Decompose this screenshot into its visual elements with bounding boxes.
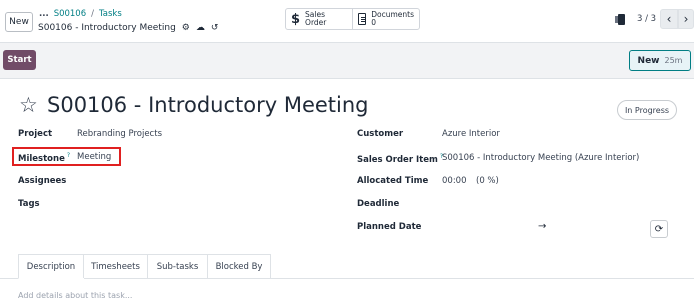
sales-order-label: Sales Order (305, 9, 327, 27)
notebook-tabs: Description Timesheets Sub-tasks Blocked… (18, 254, 271, 279)
tags-label: Tags (18, 199, 40, 209)
sales-order-button[interactable]: $ Sales Order (285, 8, 353, 30)
tab-sub-tasks[interactable]: Sub-tasks (148, 254, 208, 279)
tab-timesheets[interactable]: Timesheets (84, 254, 148, 279)
reset-icon[interactable]: ⟳ (650, 220, 668, 238)
sales-order-item-label: Sales Order Item (357, 154, 438, 165)
control-panel: New ... S00106 / Tasks S00106 - Introduc… (0, 0, 694, 43)
breadcrumb-tasks[interactable]: Tasks (99, 9, 122, 19)
undo-icon[interactable]: ↺ (211, 23, 219, 33)
documents-button[interactable]: Documents 0 (352, 8, 420, 30)
cloud-upload-icon[interactable]: ☁ (196, 23, 205, 33)
allocated-time-value[interactable]: 00:00 (442, 176, 467, 186)
stage-badge[interactable]: In Progress (617, 100, 677, 120)
documents-label-group: Documents 0 (371, 9, 414, 28)
document-icon (358, 13, 367, 25)
task-title[interactable]: S00106 - Introductory Meeting (47, 93, 369, 117)
description-editor[interactable]: Add details about this task... (18, 291, 132, 300)
documents-count: 0 (371, 18, 377, 27)
timer-button[interactable]: New 25m (629, 50, 691, 71)
milestone-highlight (12, 147, 121, 166)
sales-order-item-label-group: Sales Order Item? (357, 153, 443, 165)
gear-icon[interactable]: ⚙ (182, 23, 190, 33)
project-value[interactable]: Rebranding Projects (77, 129, 162, 139)
active-tab-gap (19, 278, 84, 279)
assignees-label: Assignees (18, 176, 67, 186)
breadcrumb-more[interactable]: ... (39, 9, 49, 19)
record-name: S00106 - Introductory Meeting (38, 23, 176, 33)
pager-icon (615, 14, 625, 25)
breadcrumb-separator: / (91, 9, 94, 19)
breadcrumb-parent[interactable]: S00106 (54, 9, 86, 19)
arrow-right-icon: → (538, 221, 547, 232)
allocated-time-percent: (0 %) (476, 176, 499, 186)
customer-label: Customer (357, 129, 404, 139)
project-label: Project (18, 129, 53, 139)
dollar-icon: $ (291, 11, 301, 27)
chevron-left-icon[interactable]: ‹ (660, 9, 678, 29)
customer-value[interactable]: Azure Interior (442, 129, 500, 139)
record-name-row: S00106 - Introductory Meeting ⚙ ☁ ↺ (38, 23, 218, 33)
allocated-time-label: Allocated Time (357, 176, 429, 186)
new-button[interactable]: New (5, 12, 33, 32)
sales-order-item-value[interactable]: S00106 - Introductory Meeting (Azure Int… (442, 153, 639, 163)
planned-date-label: Planned Date (357, 222, 422, 232)
deadline-label: Deadline (357, 199, 400, 209)
pager-value[interactable]: 3 / 3 (637, 14, 656, 24)
start-button[interactable]: Start (3, 50, 36, 70)
star-icon[interactable]: ☆ (19, 95, 38, 116)
breadcrumb: ... S00106 / Tasks (39, 9, 122, 19)
tab-description[interactable]: Description (18, 254, 84, 279)
timer-label: New (637, 55, 660, 66)
chevron-right-icon[interactable]: › (678, 9, 694, 29)
tab-blocked-by[interactable]: Blocked By (208, 254, 271, 279)
timer-value: 25m (664, 56, 683, 65)
documents-label: Documents (371, 9, 414, 19)
